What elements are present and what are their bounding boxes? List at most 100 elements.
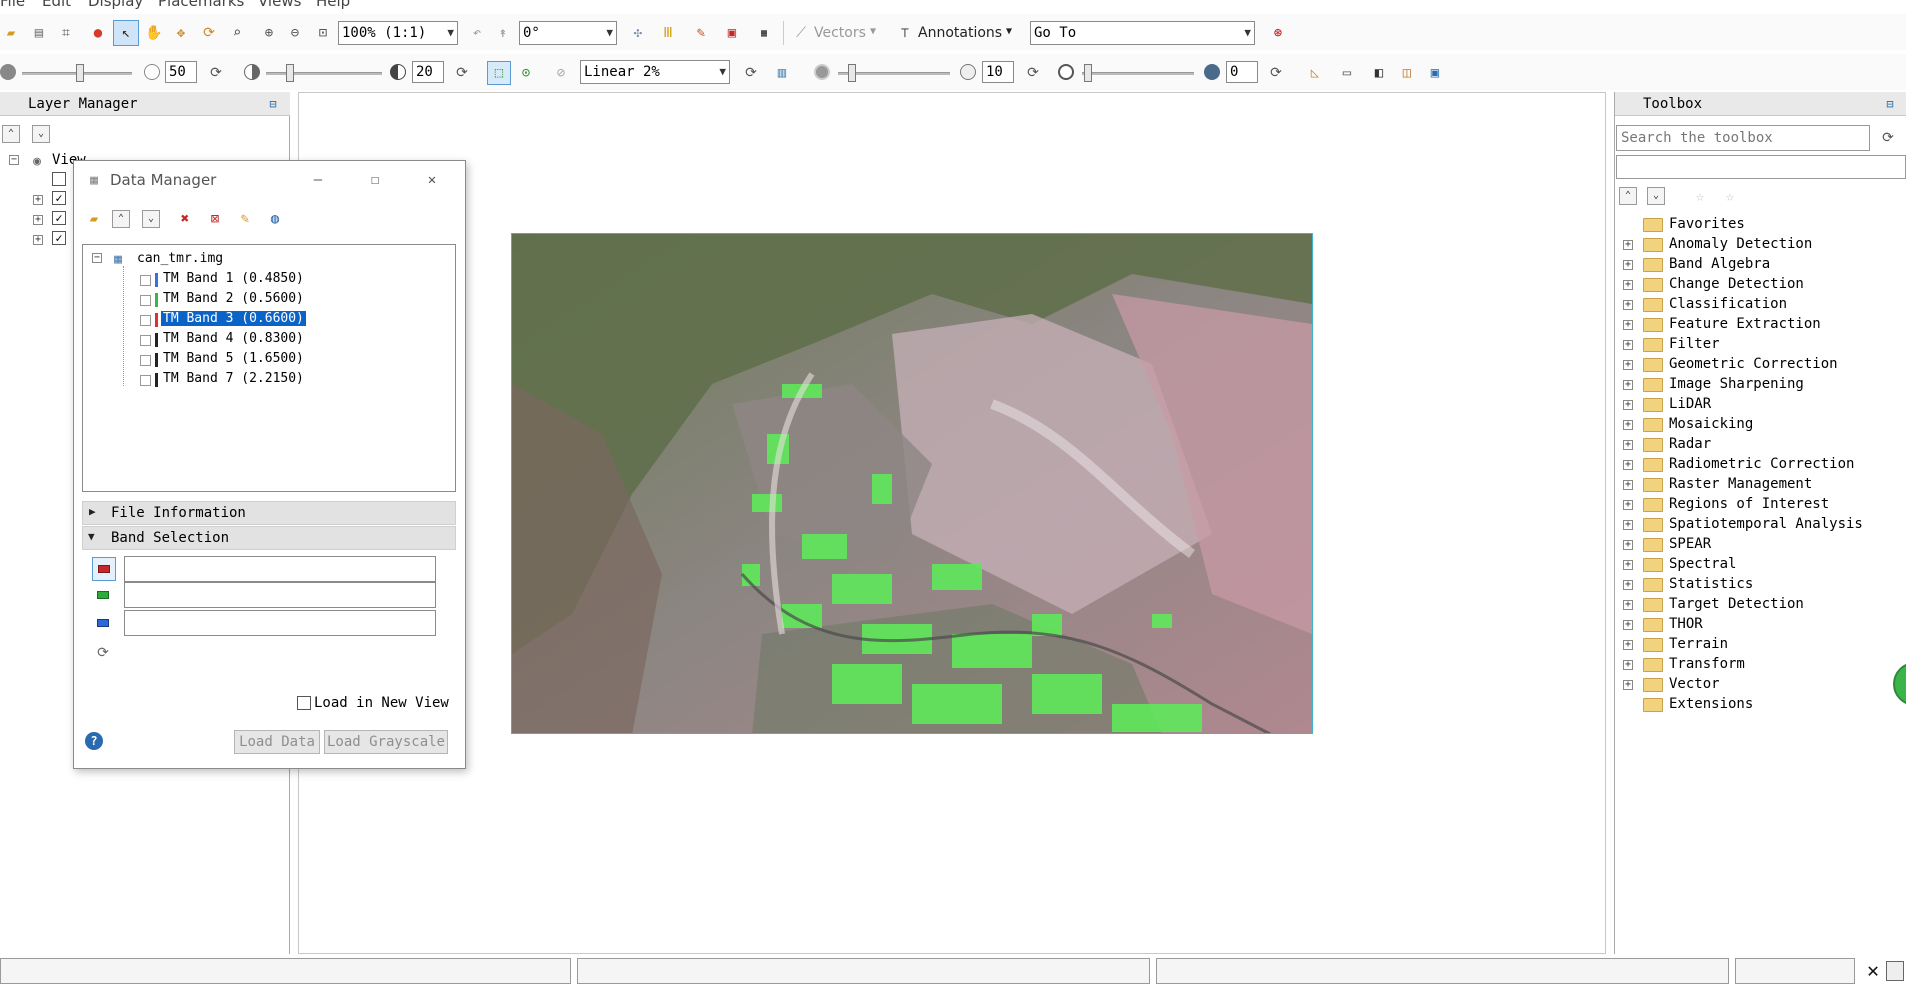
- satellite-image[interactable]: [511, 233, 1313, 734]
- remove-icon[interactable]: ✖: [174, 208, 196, 230]
- toolbox-item[interactable]: Target Detection: [1669, 596, 1804, 612]
- zoom-in-icon[interactable]: ⊕: [258, 22, 280, 44]
- stretch-type-combo[interactable]: Linear 2% ▼: [580, 60, 730, 84]
- open-file-icon[interactable]: ▰: [83, 208, 105, 230]
- toolbox-item[interactable]: Image Sharpening: [1669, 376, 1804, 392]
- transparency-slider-thumb[interactable]: [1084, 64, 1092, 82]
- band-checkbox[interactable]: [140, 275, 151, 286]
- help-icon[interactable]: ?: [85, 732, 103, 750]
- band-item[interactable]: TM Band 5 (1.6500): [161, 351, 306, 366]
- expand-icon[interactable]: +: [1623, 280, 1633, 290]
- crosshair-icon[interactable]: ✣: [627, 22, 649, 44]
- toolbox-item[interactable]: Filter: [1669, 336, 1720, 352]
- expand-icon[interactable]: +: [1623, 540, 1633, 550]
- expand-icon[interactable]: +: [1623, 440, 1633, 450]
- expand-all-icon[interactable]: ⌄: [1647, 187, 1665, 205]
- select-cursor-icon[interactable]: ↖: [113, 20, 139, 46]
- contrast-value[interactable]: 20: [412, 61, 444, 83]
- contrast-slider-thumb[interactable]: [286, 64, 294, 82]
- expand-icon[interactable]: +: [1623, 260, 1633, 270]
- expand-all-icon[interactable]: ⌄: [32, 125, 50, 143]
- expand-icon[interactable]: +: [1623, 620, 1633, 630]
- band-item[interactable]: TM Band 4 (0.8300): [161, 331, 306, 346]
- file-information-section[interactable]: ▶ File Information: [82, 501, 456, 525]
- layer-checkbox[interactable]: ✓: [52, 211, 66, 225]
- expand-icon[interactable]: +: [1623, 360, 1633, 370]
- band-checkbox[interactable]: [140, 375, 151, 386]
- toolbox-item[interactable]: Radiometric Correction: [1669, 456, 1854, 472]
- refresh-icon[interactable]: ⟳: [1877, 127, 1899, 149]
- toolbox-item[interactable]: Mosaicking: [1669, 416, 1753, 432]
- expand-layer-icon[interactable]: +: [33, 195, 43, 205]
- menu-edit[interactable]: Edit: [42, 0, 71, 10]
- toolbox-item[interactable]: LiDAR: [1669, 396, 1711, 412]
- band-checkbox[interactable]: [140, 335, 151, 346]
- clipboard-icon[interactable]: ▤: [28, 22, 50, 44]
- ruler-icon[interactable]: ◺: [1304, 62, 1326, 84]
- portal-icon[interactable]: ▣: [1424, 62, 1446, 84]
- layer-checkbox[interactable]: ✓: [52, 191, 66, 205]
- toolbox-item[interactable]: Statistics: [1669, 576, 1753, 592]
- placemark-pin-icon[interactable]: ●: [87, 22, 109, 44]
- expand-icon[interactable]: +: [1623, 560, 1633, 570]
- histogram-icon[interactable]: ▥: [771, 62, 793, 84]
- layer-checkbox[interactable]: [52, 172, 66, 186]
- band-item[interactable]: TM Band 2 (0.5600): [161, 291, 306, 306]
- expand-icon[interactable]: +: [1623, 240, 1633, 250]
- reset-sharpen-icon[interactable]: ⟳: [1022, 62, 1044, 84]
- star-icon[interactable]: ☆: [1689, 186, 1711, 208]
- toolbox-item[interactable]: Extensions: [1669, 696, 1753, 712]
- reset-transparency-icon[interactable]: ⟳: [1265, 62, 1287, 84]
- stretch-full-icon[interactable]: ⬚: [487, 61, 511, 85]
- toolbox-item[interactable]: SPEAR: [1669, 536, 1711, 552]
- collapse-file-icon[interactable]: −: [92, 253, 102, 263]
- expand-icon[interactable]: +: [1623, 660, 1633, 670]
- zoom-out-icon[interactable]: ⊖: [284, 22, 306, 44]
- toolbox-item[interactable]: Change Detection: [1669, 276, 1804, 292]
- band-checkbox[interactable]: [140, 315, 151, 326]
- file-name[interactable]: can_tmr.img: [137, 251, 223, 266]
- menu-display[interactable]: Display: [88, 0, 143, 10]
- zoom-fit-icon[interactable]: ⊡: [312, 22, 334, 44]
- toolbox-item[interactable]: Spatiotemporal Analysis: [1669, 516, 1863, 532]
- expand-icon[interactable]: +: [1623, 480, 1633, 490]
- close-icon[interactable]: ✕: [421, 169, 443, 191]
- expand-icon[interactable]: +: [1623, 320, 1633, 330]
- expand-icon[interactable]: +: [1623, 420, 1633, 430]
- expand-icon[interactable]: +: [1623, 300, 1633, 310]
- vectors-icon[interactable]: ⟋: [790, 22, 812, 44]
- zoom-level-combo[interactable]: 100% (1:1) ▼: [338, 21, 458, 45]
- expand-layer-icon[interactable]: +: [33, 215, 43, 225]
- rotate-icon[interactable]: ⟳: [198, 22, 220, 44]
- dos-icon[interactable]: ▦: [753, 22, 775, 44]
- expand-icon[interactable]: +: [1623, 640, 1633, 650]
- collapse-all-icon[interactable]: ⌃: [1619, 187, 1637, 205]
- reset-contrast-icon[interactable]: ⟳: [451, 62, 473, 84]
- load-new-view-label[interactable]: Load in New View: [314, 695, 449, 711]
- image-icon[interactable]: ▭: [1336, 62, 1358, 84]
- band-checkbox[interactable]: [140, 355, 151, 366]
- expand-all-icon[interactable]: ⌄: [142, 210, 160, 228]
- band-item-selected[interactable]: TM Band 3 (0.6600): [160, 310, 307, 327]
- blue-channel-icon[interactable]: [97, 619, 109, 627]
- roi-icon[interactable]: ▣: [721, 22, 743, 44]
- menu-file[interactable]: File: [0, 0, 25, 10]
- layers-icon[interactable]: ◫: [1396, 62, 1418, 84]
- panel-toggle-icon[interactable]: [1886, 961, 1904, 981]
- toolbox-item[interactable]: Band Algebra: [1669, 256, 1770, 272]
- expand-icon[interactable]: +: [1623, 600, 1633, 610]
- pin-icon[interactable]: ⊟: [262, 93, 284, 115]
- chevron-down-icon[interactable]: ▼: [1006, 26, 1012, 37]
- annotations-icon[interactable]: ⊤: [894, 22, 916, 44]
- toolbox-item[interactable]: Regions of Interest: [1669, 496, 1829, 512]
- toolbox-item[interactable]: Feature Extraction: [1669, 316, 1821, 332]
- menu-help[interactable]: Help: [316, 0, 350, 10]
- open-folder-icon[interactable]: ▰: [0, 22, 22, 44]
- band-checkbox[interactable]: [140, 295, 151, 306]
- annotations-menu[interactable]: Annotations: [918, 25, 1002, 41]
- load-data-button[interactable]: Load Data: [234, 730, 320, 754]
- blue-band-field[interactable]: [124, 610, 436, 636]
- pin-icon[interactable]: ⊟: [1879, 93, 1901, 115]
- expand-icon[interactable]: +: [1623, 580, 1633, 590]
- collapse-all-icon[interactable]: ⌃: [2, 125, 20, 143]
